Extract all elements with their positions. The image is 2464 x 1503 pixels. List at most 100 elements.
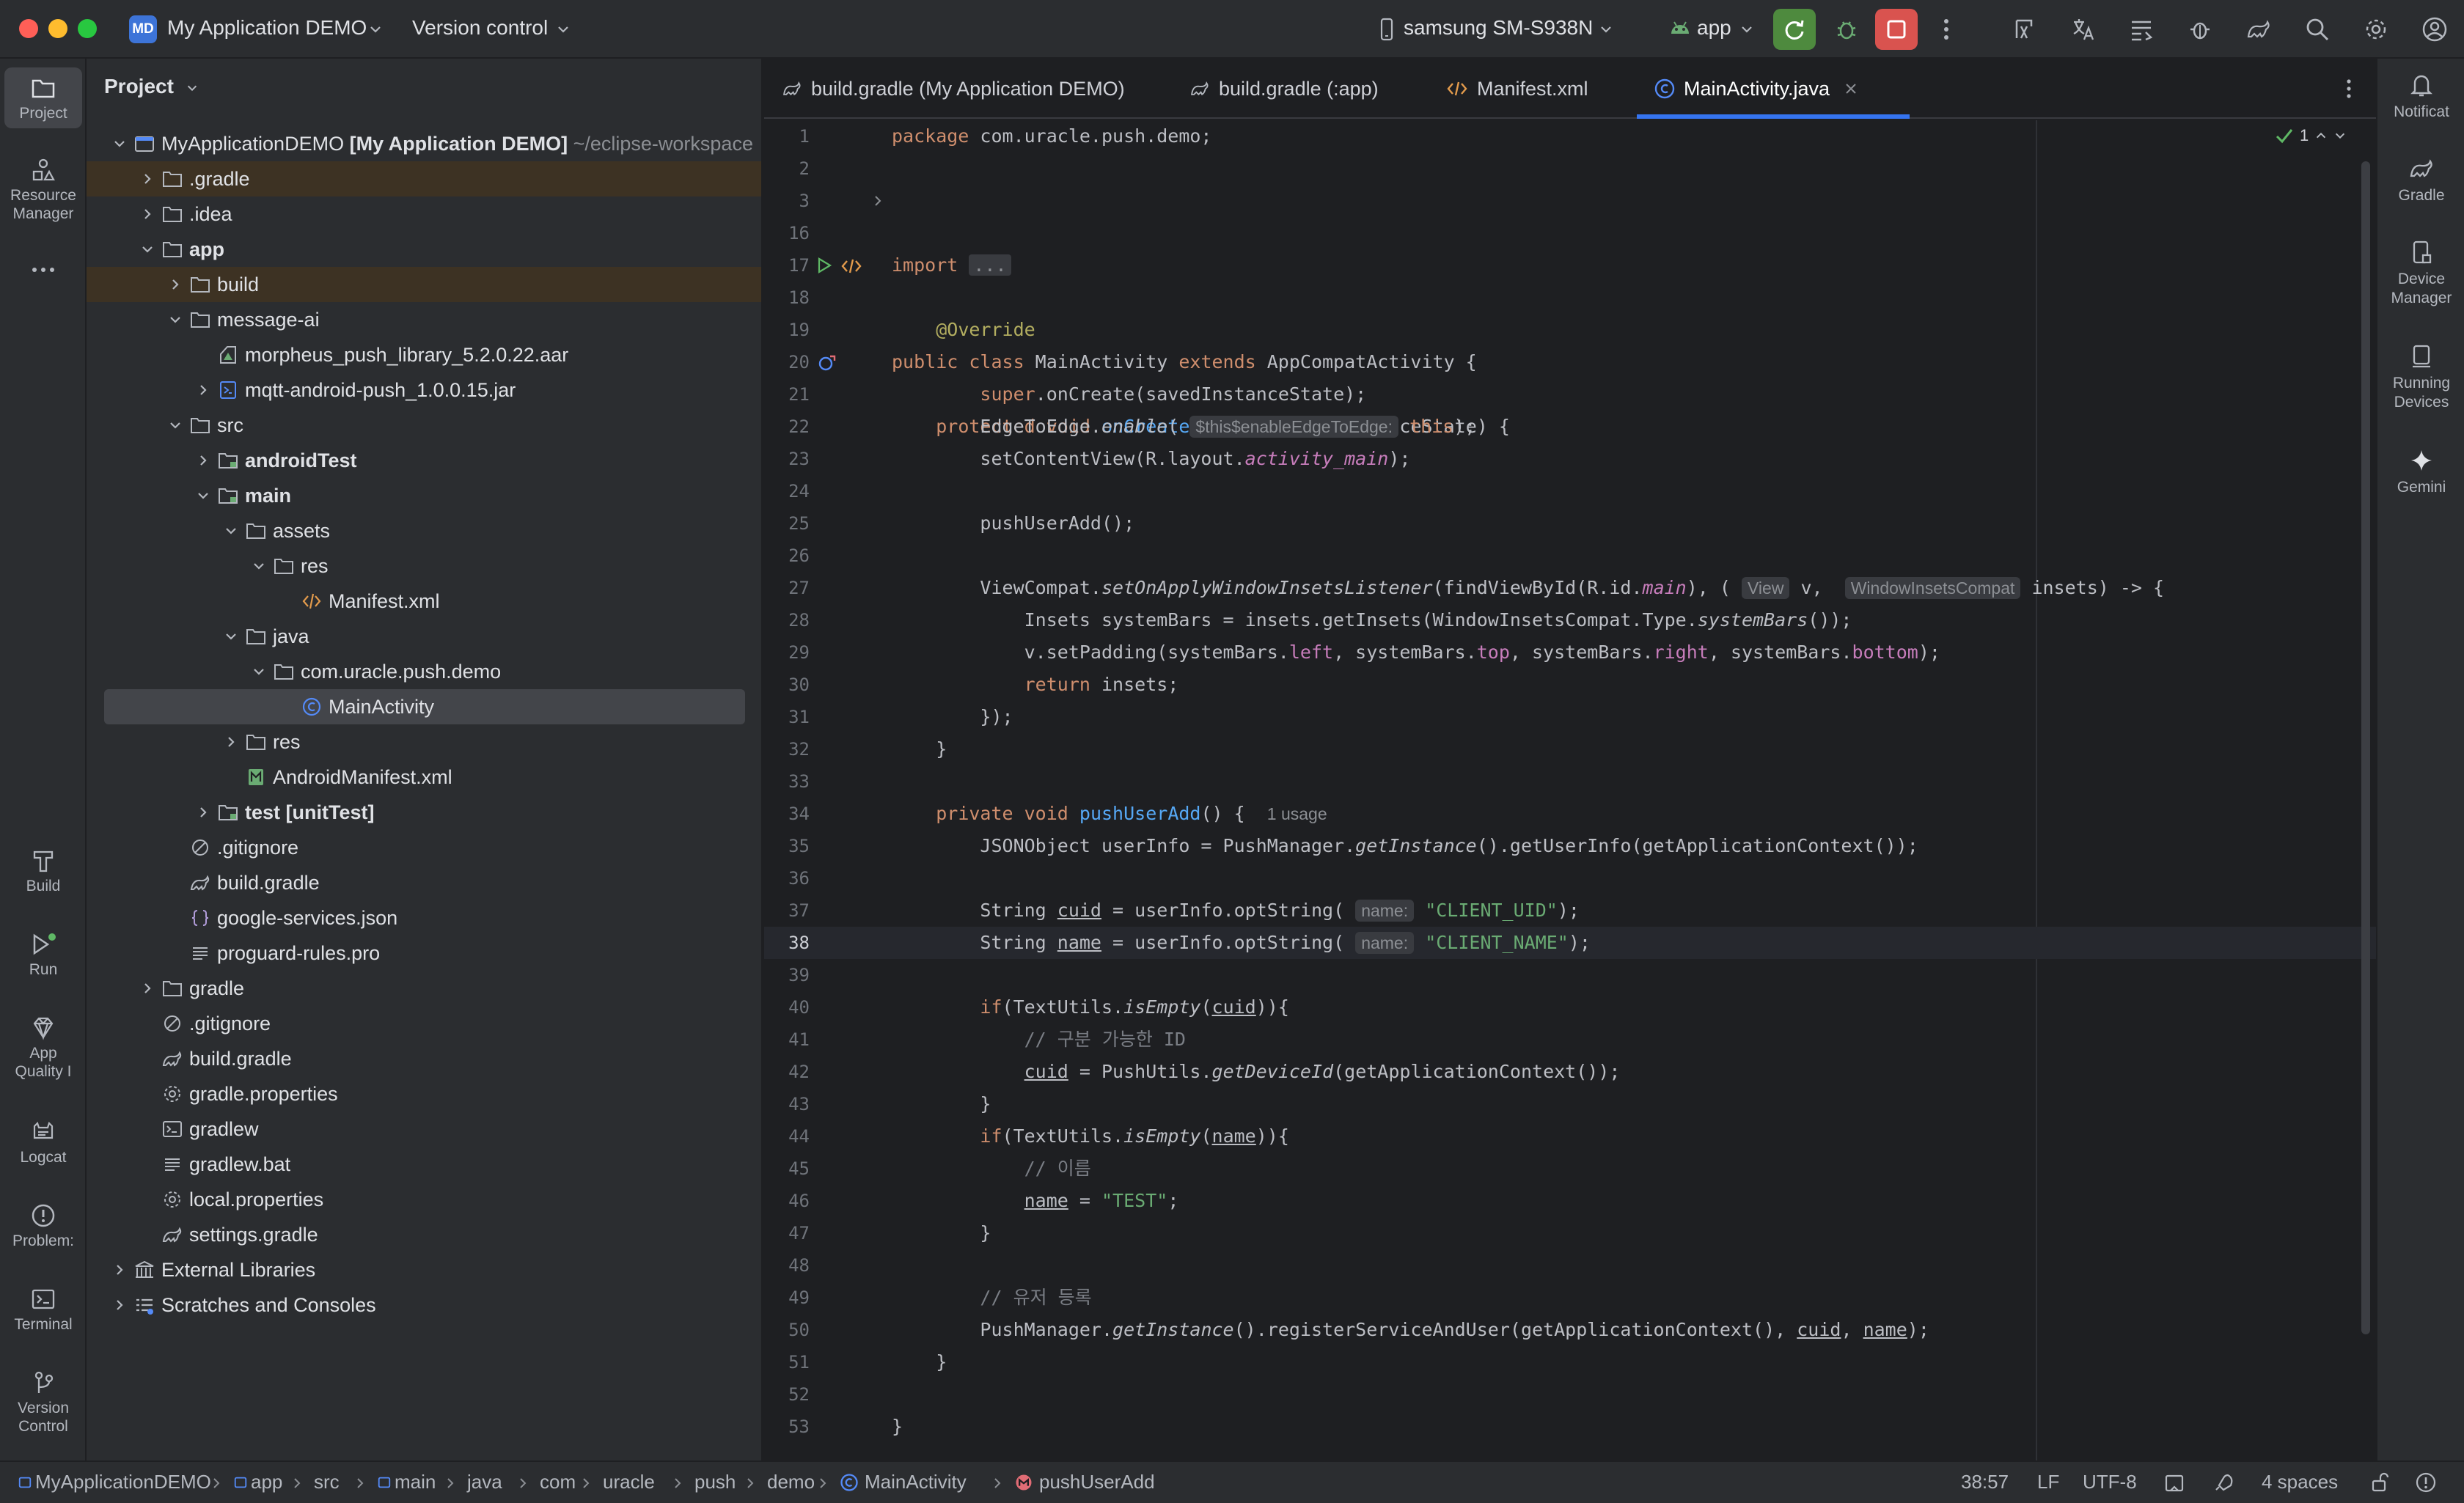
- debug-button[interactable]: [1830, 13, 1863, 45]
- tab-build-gradle-app[interactable]: build.gradle (:app): [1189, 59, 1379, 119]
- tree-item[interactable]: mqtt-android-push_1.0.0.15.jar: [87, 372, 761, 408]
- tool-more[interactable]: [4, 265, 82, 277]
- toolbar-action-3[interactable]: [2125, 13, 2157, 45]
- chevron-right-icon[interactable]: [111, 1297, 128, 1313]
- tab-mainactivity-java[interactable]: MainActivity.java: [1654, 59, 1858, 119]
- tree-item[interactable]: res: [87, 724, 761, 760]
- chevron-down-icon[interactable]: [139, 241, 155, 257]
- tree-item[interactable]: test [unitTest]: [87, 795, 761, 830]
- tree-item[interactable]: app: [87, 232, 761, 267]
- toolbar-action-5[interactable]: [2243, 13, 2275, 45]
- tool-version-control[interactable]: Version Control: [4, 1370, 82, 1436]
- chevron-right-icon[interactable]: [139, 980, 155, 996]
- tool-problems[interactable]: Problem:: [4, 1202, 82, 1250]
- tree-item[interactable]: External Libraries: [87, 1252, 761, 1287]
- project-badge[interactable]: MD: [129, 15, 157, 43]
- tool-gemini[interactable]: Gemini: [2377, 447, 2464, 497]
- tool-run[interactable]: Run: [4, 931, 82, 979]
- tree-item[interactable]: build.gradle: [87, 865, 761, 900]
- chevron-down-icon[interactable]: [223, 523, 239, 539]
- breadcrumb-item[interactable]: app: [251, 1471, 282, 1493]
- chevron-right-icon[interactable]: [139, 171, 155, 187]
- tree-root-item[interactable]: MyApplicationDEMO [My Application DEMO] …: [87, 126, 761, 161]
- run-gutter-icon[interactable]: [815, 257, 833, 274]
- breadcrumb-item[interactable]: MainActivity: [865, 1471, 967, 1493]
- window-maximize-button[interactable]: [78, 19, 97, 38]
- chevron-down-icon[interactable]: [223, 628, 239, 644]
- tree-item[interactable]: google-services.json: [87, 900, 761, 936]
- toolbar-action-4[interactable]: [2184, 13, 2216, 45]
- apply-changes-button[interactable]: [1773, 9, 1816, 50]
- tree-item[interactable]: Manifest.xml: [87, 584, 761, 619]
- chevron-right-icon[interactable]: [195, 452, 211, 468]
- breadcrumb-item[interactable]: pushUserAdd: [1039, 1471, 1155, 1493]
- chevron-right-icon[interactable]: [139, 206, 155, 222]
- breadcrumb-item[interactable]: push: [694, 1471, 736, 1493]
- tool-terminal[interactable]: Terminal: [4, 1286, 82, 1334]
- line-separator[interactable]: LF: [2037, 1471, 2059, 1493]
- tab-build-gradle-project[interactable]: build.gradle (My Application DEMO): [782, 59, 1125, 119]
- breadcrumb-item[interactable]: uracle: [603, 1471, 655, 1493]
- chevron-down-icon[interactable]: [111, 136, 128, 152]
- close-icon[interactable]: [1844, 82, 1858, 95]
- tool-notifications[interactable]: Notificat: [2377, 72, 2464, 122]
- tree-item[interactable]: assets: [87, 513, 761, 548]
- vertical-scrollbar[interactable]: [2361, 161, 2370, 1334]
- device-selector[interactable]: samsung SM-S938N: [1404, 16, 1593, 40]
- search-everywhere-button[interactable]: [2301, 13, 2333, 45]
- tree-item[interactable]: gradlew.bat: [87, 1147, 761, 1182]
- usage-hint[interactable]: 1 usage: [1267, 804, 1327, 823]
- account-button[interactable]: [2419, 13, 2451, 45]
- indent-setting[interactable]: 4 spaces: [2262, 1471, 2338, 1493]
- tree-item[interactable]: .idea: [87, 196, 761, 232]
- toolbar-action-1[interactable]: [2008, 13, 2040, 45]
- breadcrumb-item[interactable]: java: [467, 1471, 502, 1493]
- tool-device-manager[interactable]: Device Manager: [2377, 239, 2464, 309]
- tree-item[interactable]: res: [87, 548, 761, 584]
- breadcrumb-item[interactable]: com: [540, 1471, 576, 1493]
- caret-position[interactable]: 38:57: [1961, 1471, 2009, 1493]
- tree-item[interactable]: src: [87, 408, 761, 443]
- tree-item[interactable]: Scratches and Consoles: [87, 1287, 761, 1323]
- chevron-right-icon[interactable]: [195, 804, 211, 820]
- tree-item[interactable]: gradle: [87, 971, 761, 1006]
- xml-related-icon[interactable]: [840, 258, 862, 274]
- tree-item[interactable]: build.gradle: [87, 1041, 761, 1076]
- file-encoding[interactable]: UTF-8: [2083, 1471, 2137, 1493]
- chevron-down-icon[interactable]: [195, 488, 211, 504]
- chevron-right-icon[interactable]: [223, 734, 239, 750]
- tool-project[interactable]: Project: [4, 67, 82, 129]
- window-minimize-button[interactable]: [48, 19, 67, 38]
- info-circle-icon[interactable]: [2416, 1472, 2436, 1493]
- breadcrumb-item[interactable]: demo: [767, 1471, 815, 1493]
- stop-button[interactable]: [1875, 9, 1918, 50]
- tree-item[interactable]: AndroidManifest.xml: [87, 760, 761, 795]
- more-vertical-icon[interactable]: [2345, 78, 2353, 100]
- tree-item[interactable]: message-ai: [87, 302, 761, 337]
- readonly-toggle-icon[interactable]: [2163, 1472, 2185, 1494]
- tree-item[interactable]: proguard-rules.pro: [87, 936, 761, 971]
- chevron-down-icon[interactable]: [251, 558, 267, 574]
- tree-item[interactable]: androidTest: [87, 443, 761, 478]
- tool-running-devices[interactable]: Running Devices: [2377, 343, 2464, 413]
- tree-item[interactable]: morpheus_push_library_5.2.0.22.aar: [87, 337, 761, 372]
- chevron-right-icon[interactable]: [111, 1262, 128, 1278]
- fold-expand-icon[interactable]: [873, 195, 883, 207]
- power-save-icon[interactable]: [2212, 1471, 2235, 1494]
- chevron-down-icon[interactable]: [167, 312, 183, 328]
- tree-item[interactable]: com.uracle.push.demo: [87, 654, 761, 689]
- chevron-right-icon[interactable]: [195, 382, 211, 398]
- tool-app-quality[interactable]: App Quality I: [4, 1015, 82, 1081]
- tree-item[interactable]: .gitignore: [87, 1006, 761, 1041]
- tree-item[interactable]: settings.gradle: [87, 1217, 761, 1252]
- tool-logcat[interactable]: Logcat: [4, 1119, 82, 1166]
- tree-item[interactable]: .gitignore: [87, 830, 761, 865]
- settings-button[interactable]: [2360, 13, 2392, 45]
- run-config-dropdown[interactable]: app: [1697, 16, 1731, 40]
- tree-item[interactable]: MainActivity: [104, 689, 745, 724]
- project-name-dropdown[interactable]: My Application DEMO: [167, 16, 367, 40]
- tree-item[interactable]: gradlew: [87, 1111, 761, 1147]
- version-control-dropdown[interactable]: Version control: [412, 16, 548, 40]
- toolbar-action-2[interactable]: [2067, 13, 2099, 45]
- tool-gradle[interactable]: Gradle: [2377, 155, 2464, 205]
